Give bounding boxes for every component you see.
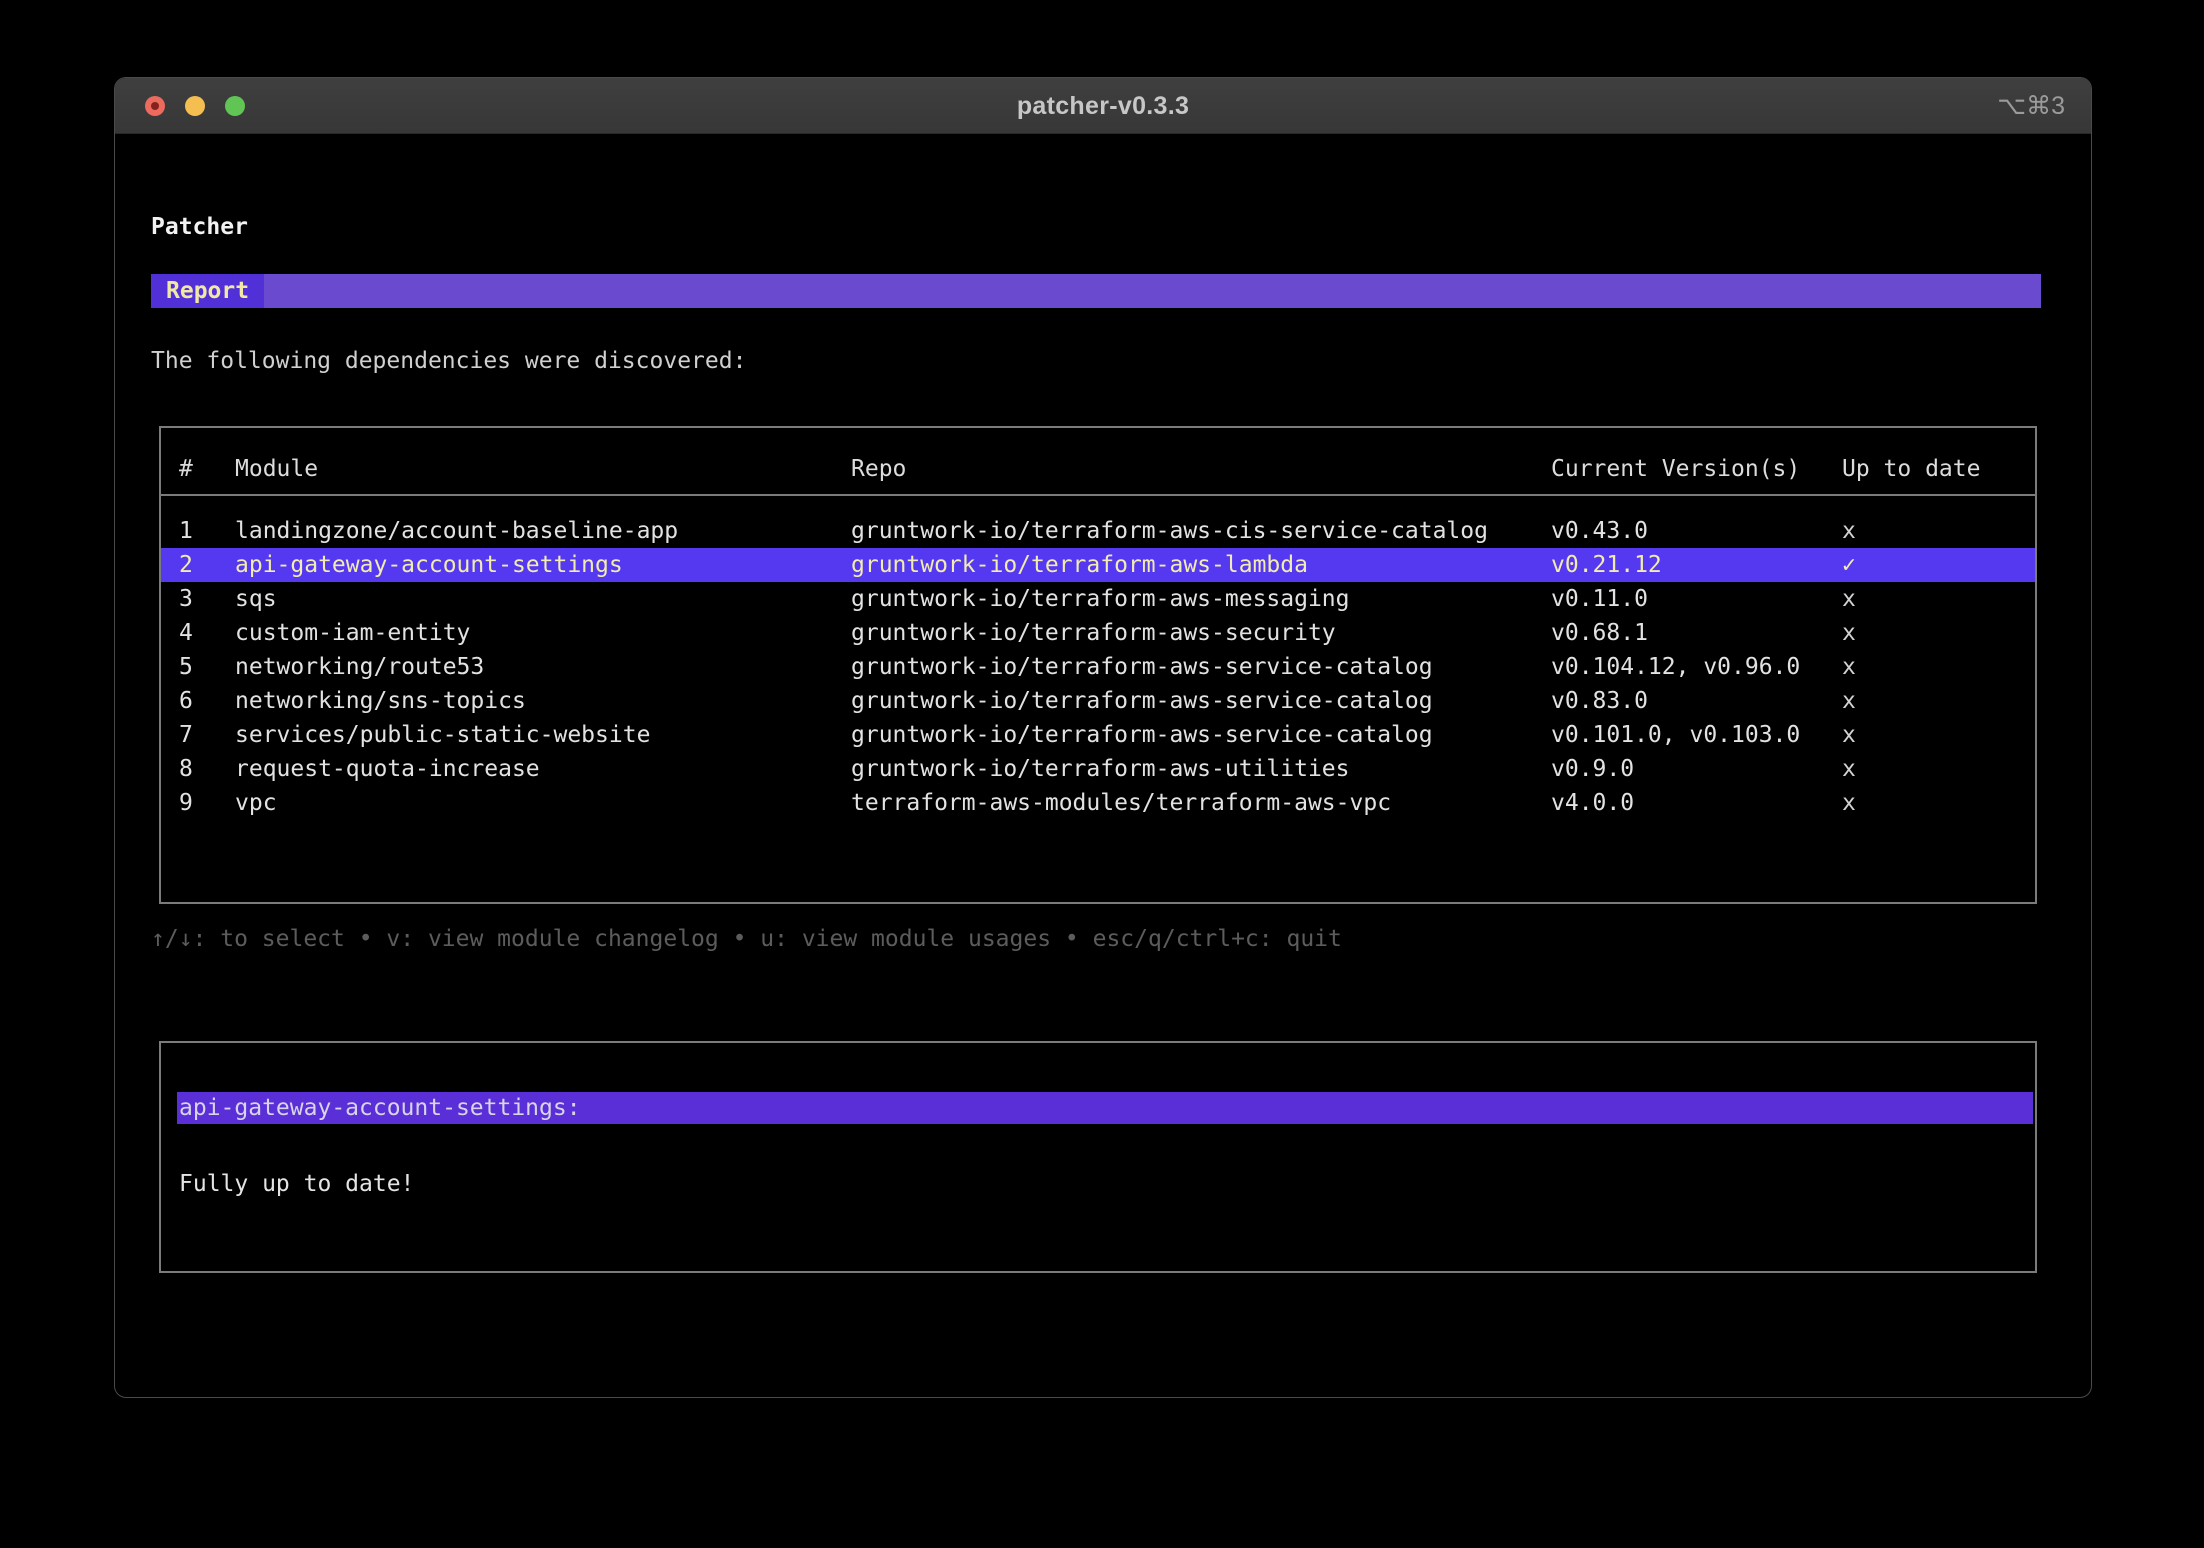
row-repo: gruntwork-io/terraform-aws-security	[851, 620, 1336, 646]
row-repo: gruntwork-io/terraform-aws-service-catal…	[851, 688, 1433, 714]
row-number: 6	[179, 688, 193, 714]
report-header-bar: Report	[151, 274, 2041, 308]
terminal-content: Patcher Report The following dependencie…	[115, 134, 2091, 1397]
table-header-row: # Module Repo Current Version(s) Up to d…	[161, 452, 2035, 486]
table-header-separator	[161, 494, 2035, 496]
row-number: 7	[179, 722, 193, 748]
row-module: landingzone/account-baseline-app	[235, 518, 679, 544]
row-repo: gruntwork-io/terraform-aws-lambda	[851, 552, 1308, 578]
row-version: v0.21.12	[1551, 552, 1662, 578]
row-module: networking/sns-topics	[235, 688, 526, 714]
row-number: 4	[179, 620, 193, 646]
row-version: v4.0.0	[1551, 790, 1635, 816]
row-up-to-date-mark: x	[1842, 586, 1856, 612]
row-repo: terraform-aws-modules/terraform-aws-vpc	[851, 790, 1392, 816]
window-title: patcher-v0.3.3	[1016, 91, 1190, 120]
row-version: v0.83.0	[1551, 688, 1648, 714]
intro-text: The following dependencies were discover…	[151, 348, 747, 374]
table-body: 1 landingzone/account-baseline-app grunt…	[161, 514, 2035, 820]
column-header-module: Module	[235, 456, 319, 482]
row-up-to-date-mark: x	[1842, 722, 1856, 748]
row-module: request-quota-increase	[235, 756, 540, 782]
row-module: api-gateway-account-settings	[235, 552, 623, 578]
row-up-to-date-mark: x	[1842, 654, 1856, 680]
module-detail-panel: api-gateway-account-settings: Fully up t…	[159, 1041, 2037, 1273]
row-repo: gruntwork-io/terraform-aws-service-catal…	[851, 722, 1433, 748]
row-number: 3	[179, 586, 193, 612]
detail-status-text: Fully up to date!	[179, 1171, 415, 1197]
row-up-to-date-mark: x	[1842, 518, 1856, 544]
keybinding-help: ↑/↓: to select • v: view module changelo…	[151, 926, 1342, 952]
table-row[interactable]: 1 landingzone/account-baseline-app grunt…	[161, 514, 2035, 548]
row-version: v0.11.0	[1551, 586, 1648, 612]
table-row[interactable]: 5 networking/route53 gruntwork-io/terraf…	[161, 650, 2035, 684]
dependencies-table: # Module Repo Current Version(s) Up to d…	[159, 426, 2037, 904]
row-number: 5	[179, 654, 193, 680]
column-header-num: #	[179, 456, 193, 482]
table-row[interactable]: 7 services/public-static-website gruntwo…	[161, 718, 2035, 752]
tab-report[interactable]: Report	[151, 274, 265, 308]
row-module: networking/route53	[235, 654, 485, 680]
terminal-window: patcher-v0.3.3 ⌥⌘3 Patcher Report The fo…	[114, 77, 2092, 1398]
column-header-version: Current Version(s)	[1551, 456, 1801, 482]
table-row[interactable]: 4 custom-iam-entity gruntwork-io/terrafo…	[161, 616, 2035, 650]
row-number: 1	[179, 518, 193, 544]
detail-title-bar: api-gateway-account-settings:	[177, 1092, 2033, 1124]
row-up-to-date-mark: x	[1842, 688, 1856, 714]
tab-shortcut-badge: ⌥⌘3	[1997, 92, 2065, 120]
row-number: 8	[179, 756, 193, 782]
table-row[interactable]: 2 api-gateway-account-settings gruntwork…	[161, 548, 2035, 582]
table-row[interactable]: 3 sqs gruntwork-io/terraform-aws-messagi…	[161, 582, 2035, 616]
row-module: sqs	[235, 586, 277, 612]
row-repo: gruntwork-io/terraform-aws-messaging	[851, 586, 1350, 612]
column-header-repo: Repo	[851, 456, 907, 482]
table-row[interactable]: 9 vpc terraform-aws-modules/terraform-aw…	[161, 786, 2035, 820]
row-repo: gruntwork-io/terraform-aws-service-catal…	[851, 654, 1433, 680]
row-module: vpc	[235, 790, 277, 816]
table-row[interactable]: 6 networking/sns-topics gruntwork-io/ter…	[161, 684, 2035, 718]
row-version: v0.104.12, v0.96.0	[1551, 654, 1801, 680]
titlebar[interactable]: patcher-v0.3.3 ⌥⌘3	[115, 78, 2091, 134]
row-up-to-date-mark: x	[1842, 790, 1856, 816]
row-version: v0.101.0, v0.103.0	[1551, 722, 1801, 748]
row-version: v0.68.1	[1551, 620, 1648, 646]
column-header-up-to-date: Up to date	[1842, 456, 1981, 482]
table-row[interactable]: 8 request-quota-increase gruntwork-io/te…	[161, 752, 2035, 786]
row-module: custom-iam-entity	[235, 620, 471, 646]
row-module: services/public-static-website	[235, 722, 651, 748]
row-repo: gruntwork-io/terraform-aws-utilities	[851, 756, 1350, 782]
row-up-to-date-mark: ✓	[1842, 552, 1856, 578]
row-number: 9	[179, 790, 193, 816]
row-repo: gruntwork-io/terraform-aws-cis-service-c…	[851, 518, 1488, 544]
row-up-to-date-mark: x	[1842, 620, 1856, 646]
row-number: 2	[179, 552, 193, 578]
app-heading: Patcher	[151, 214, 248, 240]
row-version: v0.43.0	[1551, 518, 1648, 544]
row-version: v0.9.0	[1551, 756, 1635, 782]
row-up-to-date-mark: x	[1842, 756, 1856, 782]
